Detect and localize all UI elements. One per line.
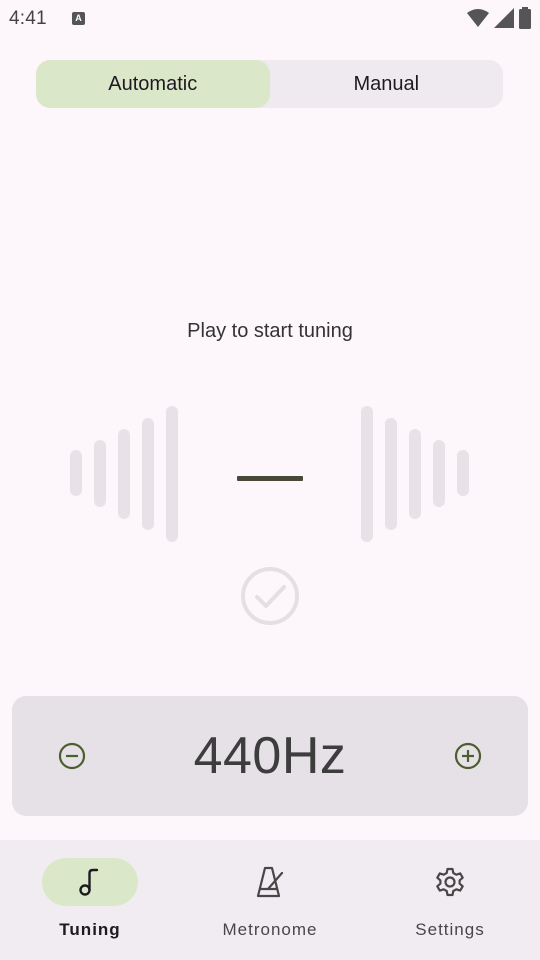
meter-bar-left-3 [118,429,130,519]
status-time: 4:41 [9,8,47,29]
tuning-meter [0,400,540,550]
mode-manual-label: Manual [353,72,420,95]
tuning-needle [237,476,303,481]
meter-bar-right-3 [409,429,421,519]
signal-icon [494,8,514,28]
meter-bar-right-4 [385,418,397,530]
meter-bar-right-1 [457,450,469,496]
meter-bar-left-4 [142,418,154,530]
nav-settings-label: Settings [415,920,485,939]
bottom-navigation: Tuning Metronome Settings [0,840,540,960]
nav-metronome-label: Metronome [222,920,318,939]
a-icon: A [72,12,85,25]
meter-bar-left-2 [94,440,106,507]
nav-settings-indicator [402,858,498,906]
status-icons [467,7,531,29]
metronome-icon [256,866,284,898]
meter-bar-left-5 [166,406,178,542]
nav-item-settings[interactable]: Settings [360,840,540,960]
gear-icon [436,867,464,897]
mode-manual-button[interactable]: Manual [270,60,504,108]
meter-bar-right-2 [433,440,445,507]
nav-item-metronome[interactable]: Metronome [180,840,360,960]
music-note-icon [79,868,99,896]
reference-pitch-value: 440Hz [193,727,347,785]
reference-pitch-card: 440Hz [12,696,528,816]
mode-automatic-button[interactable]: Automatic [36,60,270,108]
mode-automatic-label: Automatic [108,72,198,95]
nav-metronome-indicator [222,858,318,906]
meter-bar-left-1 [70,450,82,496]
status-bar: 4:41 A [0,0,540,36]
nav-item-tuning[interactable]: Tuning [0,840,180,960]
plus-circle-icon[interactable] [452,740,484,772]
nav-tuning-indicator [42,858,138,906]
tuning-hint: Play to start tuning [187,320,353,342]
battery-icon [519,7,531,29]
nav-tuning-label: Tuning [59,920,121,939]
mode-selector: Automatic Manual [36,60,503,108]
wifi-icon [467,9,489,27]
check-circle-icon [241,567,299,625]
meter-bar-right-5 [361,406,373,542]
